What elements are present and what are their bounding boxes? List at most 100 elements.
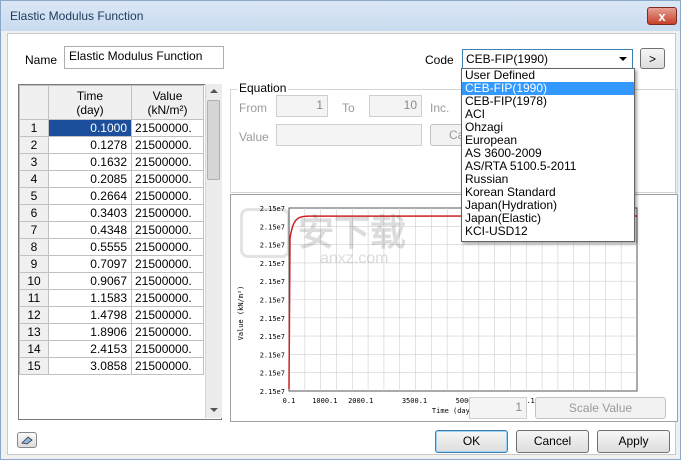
time-cell[interactable]: 2.4153 [48, 340, 132, 358]
table-row[interactable]: 1 0.1000 21500000. [19, 119, 204, 137]
value-cell[interactable]: 21500000. [131, 187, 204, 205]
table-row[interactable]: 10 0.9067 21500000. [19, 272, 204, 290]
code-option[interactable]: KCI-USD12 [462, 225, 634, 238]
row-index[interactable]: 1 [19, 119, 49, 137]
watermark-logo-icon [240, 208, 290, 258]
row-index[interactable]: 10 [19, 272, 49, 290]
time-cell[interactable]: 0.5555 [48, 238, 132, 256]
code-select-value: CEB-FIP(1990) [466, 52, 549, 66]
row-index[interactable]: 6 [19, 204, 49, 222]
row-index[interactable]: 4 [19, 170, 49, 188]
header-corner [19, 85, 49, 120]
table-row[interactable]: 8 0.5555 21500000. [19, 238, 204, 256]
table-row[interactable]: 13 1.8906 21500000. [19, 323, 204, 341]
name-input[interactable]: Elastic Modulus Function [64, 46, 224, 69]
row-index[interactable]: 5 [19, 187, 49, 205]
value-cell[interactable]: 21500000. [131, 340, 204, 358]
row-index[interactable]: 3 [19, 153, 49, 171]
value-input[interactable] [276, 124, 422, 146]
time-cell[interactable]: 0.7097 [48, 255, 132, 273]
table-row[interactable]: 2 0.1278 21500000. [19, 136, 204, 154]
row-index[interactable]: 9 [19, 255, 49, 273]
y-tick-label: 2.15e7 [260, 315, 285, 323]
apply-button[interactable]: Apply [597, 430, 670, 453]
table-row[interactable]: 14 2.4153 21500000. [19, 340, 204, 358]
value-cell[interactable]: 21500000. [131, 255, 204, 273]
time-cell[interactable]: 0.1632 [48, 153, 132, 171]
value-cell[interactable]: 21500000. [131, 170, 204, 188]
time-cell[interactable]: 0.4348 [48, 221, 132, 239]
value-cell[interactable]: 21500000. [131, 238, 204, 256]
code-dropdown-list[interactable]: User Defined CEB-FIP(1990) CEB-FIP(1978) AC… [461, 68, 635, 242]
x-axis-label: Time (day) [432, 407, 474, 415]
code-select[interactable]: CEB-FIP(1990) [462, 49, 633, 69]
scale-count-input[interactable]: 1 [469, 397, 527, 419]
x-tick-label: 3500.1 [402, 397, 427, 405]
row-index[interactable]: 11 [19, 289, 49, 307]
cancel-button[interactable]: Cancel [516, 430, 589, 453]
row-index[interactable]: 7 [19, 221, 49, 239]
x-tick-label: 0.1 [283, 397, 296, 405]
scale-value-button[interactable]: Scale Value [535, 397, 666, 419]
to-input[interactable]: 10 [369, 95, 422, 117]
table-row[interactable]: 9 0.7097 21500000. [19, 255, 204, 273]
time-cell[interactable]: 1.4798 [48, 306, 132, 324]
from-label: From [239, 101, 267, 115]
table-row[interactable]: 3 0.1632 21500000. [19, 153, 204, 171]
ok-button[interactable]: OK [435, 430, 508, 453]
value-cell[interactable]: 21500000. [131, 357, 204, 375]
title-bar[interactable]: Elastic Modulus Function x [1, 1, 680, 31]
row-index[interactable]: 8 [19, 238, 49, 256]
time-cell[interactable]: 0.9067 [48, 272, 132, 290]
table-row[interactable]: 15 3.0858 21500000. [19, 357, 204, 375]
table-scrollbar[interactable] [205, 84, 222, 418]
row-index[interactable]: 15 [19, 357, 49, 375]
table-row[interactable]: 7 0.4348 21500000. [19, 221, 204, 239]
value-cell[interactable]: 21500000. [131, 323, 204, 341]
time-cell[interactable]: 1.8906 [48, 323, 132, 341]
row-index[interactable]: 12 [19, 306, 49, 324]
value-cell[interactable]: 21500000. [131, 153, 204, 171]
header-time[interactable]: Time (day) [48, 85, 132, 120]
equation-group-label: Equation [237, 81, 289, 95]
value-cell[interactable]: 21500000. [131, 306, 204, 324]
table-row[interactable]: 6 0.3403 21500000. [19, 204, 204, 222]
y-tick-label: 2.15e7 [260, 278, 285, 286]
row-index[interactable]: 2 [19, 136, 49, 154]
value-cell[interactable]: 21500000. [131, 272, 204, 290]
from-input[interactable]: 1 [276, 95, 328, 117]
table-row[interactable]: 11 1.1583 21500000. [19, 289, 204, 307]
table-row[interactable]: 12 1.4798 21500000. [19, 306, 204, 324]
time-cell[interactable]: 3.0858 [48, 357, 132, 375]
header-value[interactable]: Value (kN/m²) [131, 85, 204, 120]
time-cell[interactable]: 0.1278 [48, 136, 132, 154]
code-option[interactable]: CEB-FIP(1978) [462, 95, 634, 108]
time-value-table[interactable]: Time (day) Value (kN/m²) 1 0.1000 21500000… [18, 84, 222, 420]
time-cell[interactable]: 0.2085 [48, 170, 132, 188]
y-tick-label: 2.15e7 [260, 370, 285, 378]
eraser-icon[interactable] [17, 432, 37, 448]
code-more-button[interactable]: > [640, 48, 665, 69]
value-cell[interactable]: 21500000. [131, 204, 204, 222]
code-label: Code [425, 53, 454, 67]
watermark-text: 安下载 [298, 213, 407, 254]
row-index[interactable]: 13 [19, 323, 49, 341]
window-title: Elastic Modulus Function [10, 9, 144, 23]
time-cell[interactable]: 0.3403 [48, 204, 132, 222]
table-row[interactable]: 5 0.2664 21500000. [19, 187, 204, 205]
scroll-up-icon[interactable] [210, 88, 218, 94]
table-row[interactable]: 4 0.2085 21500000. [19, 170, 204, 188]
close-button[interactable]: x [647, 7, 677, 25]
time-cell[interactable]: 0.2664 [48, 187, 132, 205]
elastic-modulus-dialog: Elastic Modulus Function x Name Elastic … [0, 0, 681, 460]
value-cell[interactable]: 21500000. [131, 119, 204, 137]
scroll-down-icon[interactable] [210, 407, 218, 413]
time-cell[interactable]: 1.1583 [48, 289, 132, 307]
y-tick-label: 2.15e7 [260, 297, 285, 305]
row-index[interactable]: 14 [19, 340, 49, 358]
value-cell[interactable]: 21500000. [131, 136, 204, 154]
scroll-thumb[interactable] [207, 100, 220, 180]
time-cell[interactable]: 0.1000 [48, 119, 132, 137]
value-cell[interactable]: 21500000. [131, 289, 204, 307]
value-cell[interactable]: 21500000. [131, 221, 204, 239]
